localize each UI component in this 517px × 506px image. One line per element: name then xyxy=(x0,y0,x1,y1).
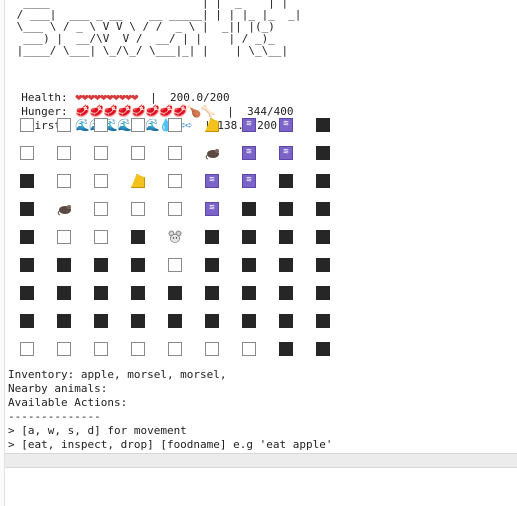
grid-cell-black xyxy=(57,258,71,272)
grid-cell-black xyxy=(279,314,293,328)
grid-cell-black xyxy=(205,230,219,244)
grid-cell-empty xyxy=(168,202,182,216)
grid-cell-black xyxy=(316,342,330,356)
title-banner: ____ | | _ | | / ___| ___ _ __ __ _____|… xyxy=(16,0,302,57)
grid-cell-water: ≋ xyxy=(242,146,256,160)
grid-cell-black xyxy=(20,258,34,272)
grid-cell-black xyxy=(279,174,293,188)
grid-cell-black xyxy=(242,314,256,328)
grid-cell-empty xyxy=(57,230,71,244)
grid-cell-black xyxy=(20,174,34,188)
grid-cell-black xyxy=(131,258,145,272)
grid-cell-black xyxy=(316,286,330,300)
grid-cell-black xyxy=(279,230,293,244)
grid-cell-black xyxy=(279,286,293,300)
divider-line: -------------- xyxy=(8,410,101,423)
grid-cell-black xyxy=(57,314,71,328)
grid-cell-water: ≋ xyxy=(279,118,293,132)
grid-cell-black xyxy=(316,174,330,188)
available-actions-heading: Available Actions: xyxy=(8,396,128,409)
grid-cell-empty xyxy=(94,342,108,356)
grid-cell-empty xyxy=(131,118,145,132)
grid-cell-empty xyxy=(20,146,34,160)
grid-cell-mouse xyxy=(168,230,182,244)
grid-cell-water: ≋ xyxy=(242,174,256,188)
grid-cell-empty xyxy=(94,174,108,188)
grid-cell-empty xyxy=(94,118,108,132)
grid-cell-empty xyxy=(131,202,145,216)
grid-cell-cheese xyxy=(131,174,145,188)
grid-cell-black xyxy=(94,286,108,300)
grid-cell-empty xyxy=(131,342,145,356)
nearby-animals-line: Nearby animals: xyxy=(8,382,108,395)
grid-cell-empty xyxy=(57,118,71,132)
grid-cell-empty xyxy=(57,342,71,356)
grid-cell-black xyxy=(131,230,145,244)
grid-cell-empty xyxy=(57,146,71,160)
grid-cell-empty xyxy=(20,342,34,356)
grid-cell-empty xyxy=(57,174,71,188)
grid-cell-cheese xyxy=(205,118,219,132)
grid-cell-black xyxy=(94,314,108,328)
movement-hint: > [a, w, s, d] for movement xyxy=(8,424,187,437)
grid-cell-black xyxy=(94,258,108,272)
grid-cell-water: ≋ xyxy=(242,118,256,132)
grid-cell-empty xyxy=(168,146,182,160)
grid-cell-black xyxy=(20,230,34,244)
grid-cell-black xyxy=(316,258,330,272)
grid-cell-water: ≋ xyxy=(205,174,219,188)
grid-cell-water: ≋ xyxy=(205,202,219,216)
grid-cell-black xyxy=(316,230,330,244)
grid-cell-empty xyxy=(94,230,108,244)
grid-cell-black xyxy=(205,286,219,300)
grid-cell-empty xyxy=(94,202,108,216)
command-hint: > [eat, inspect, drop] [foodname] e.g 'e… xyxy=(8,438,333,451)
grid-cell-empty xyxy=(168,174,182,188)
grid-cell-empty xyxy=(20,118,34,132)
grid-cell-black xyxy=(279,342,293,356)
grid-cell-black xyxy=(168,286,182,300)
hunger-stat: Hunger: 🥩🥩🥩🥩🥩🥩🥩🥩🍗🦴 | 344/400 xyxy=(21,104,294,118)
grid-cell-black xyxy=(20,286,34,300)
world-grid: ≋ ≋ ≋ ≋ ≋ ≋ ≋ xyxy=(20,116,340,364)
inventory-line: Inventory: apple, morsel, morsel, xyxy=(8,368,227,381)
grid-cell-black xyxy=(242,202,256,216)
grid-cell-black xyxy=(316,314,330,328)
grid-cell-empty xyxy=(205,342,219,356)
grid-cell-black xyxy=(57,286,71,300)
grid-cell-empty xyxy=(168,342,182,356)
grid-cell-black xyxy=(279,202,293,216)
grid-cell-black xyxy=(242,258,256,272)
grid-cell-empty xyxy=(94,146,108,160)
grid-cell-black xyxy=(131,286,145,300)
grid-cell-empty xyxy=(131,146,145,160)
grid-cell-black xyxy=(205,314,219,328)
grid-cell-black xyxy=(131,314,145,328)
grid-cell-black xyxy=(242,230,256,244)
health-stat: Health: ❤❤❤❤❤❤❤❤❤❤ | 200.0/200 xyxy=(21,90,230,104)
grid-cell-black xyxy=(279,258,293,272)
command-input[interactable] xyxy=(5,453,517,468)
grid-cell-rat xyxy=(57,202,71,216)
grid-cell-water: ≋ xyxy=(279,146,293,160)
grid-cell-empty xyxy=(242,342,256,356)
grid-cell-black xyxy=(20,202,34,216)
grid-cell-black xyxy=(168,314,182,328)
grid-cell-black xyxy=(316,146,330,160)
grid-cell-black xyxy=(205,258,219,272)
grid-cell-black xyxy=(20,314,34,328)
grid-cell-black xyxy=(242,286,256,300)
grid-cell-black xyxy=(316,118,330,132)
grid-cell-empty xyxy=(168,118,182,132)
grid-cell-rat xyxy=(205,146,219,160)
grid-cell-empty xyxy=(168,258,182,272)
grid-cell-black xyxy=(316,202,330,216)
